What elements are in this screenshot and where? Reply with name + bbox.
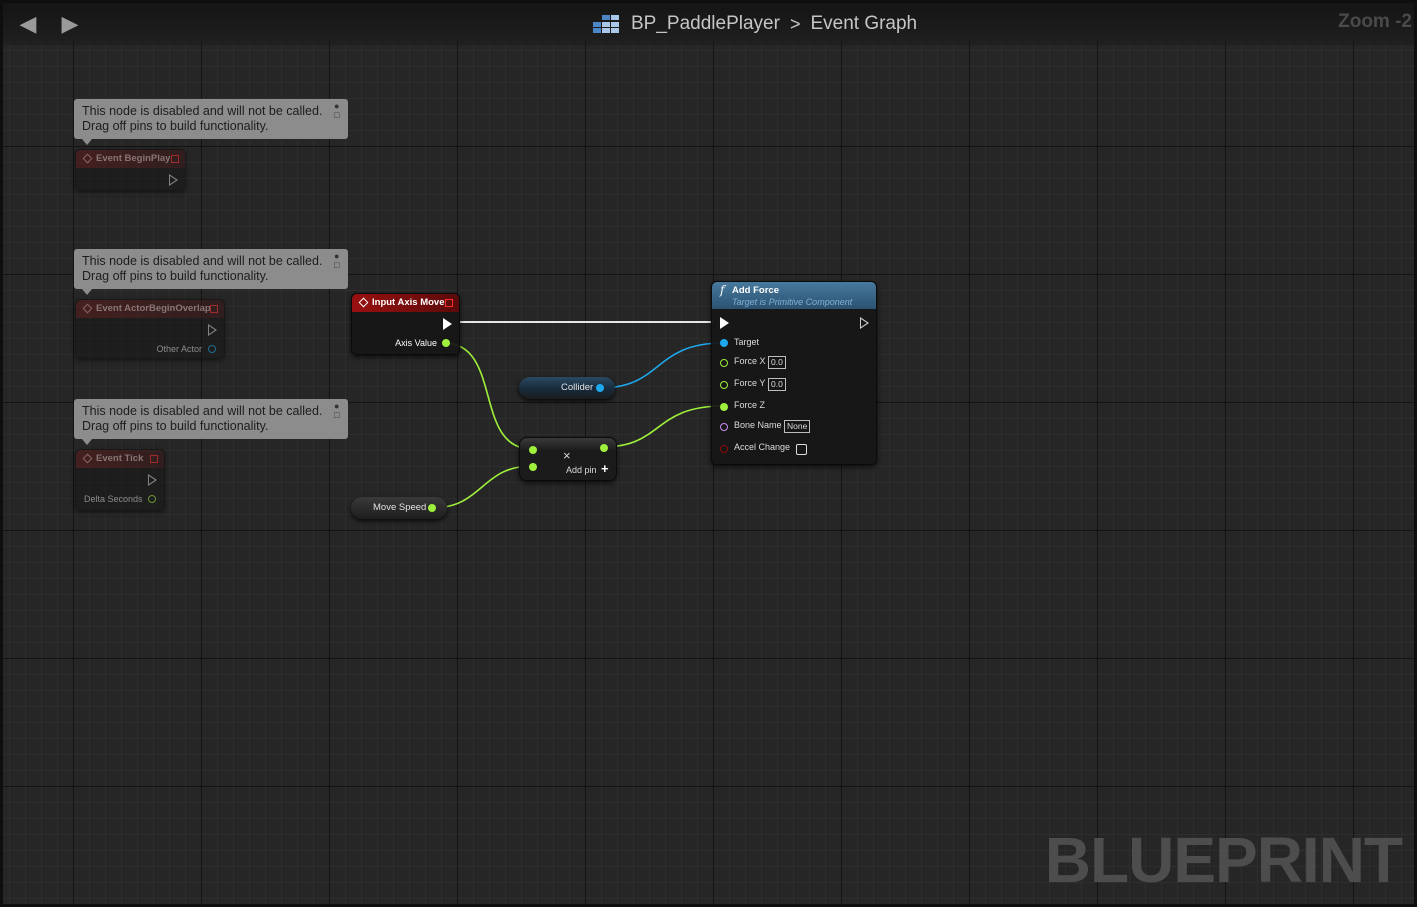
node-title: Event Tick [96, 453, 144, 464]
exec-out-pin[interactable] [148, 474, 157, 486]
disabled-node-comment: This node is disabled and will not be ca… [74, 249, 348, 295]
node-subtitle: Target is Primitive Component [732, 297, 853, 307]
force-x-pin[interactable] [720, 359, 728, 367]
add-force-node[interactable]: f Add Force Target is Primitive Componen… [711, 281, 877, 465]
graph-canvas[interactable]: ◀ ▶ BP_PaddlePlayer > Event Graph Zoom -… [0, 0, 1417, 907]
pin-label: Bone Name [734, 420, 782, 430]
delta-seconds-pin[interactable] [148, 495, 156, 503]
comment-line: This node is disabled and will not be ca… [82, 104, 323, 118]
axis-value-wire [443, 342, 533, 450]
multiply-output-pin[interactable] [600, 444, 608, 452]
event-tick-node[interactable]: Event Tick Delta Seconds [75, 449, 165, 511]
blueprint-watermark: BLUEPRINT [1044, 824, 1403, 896]
pin-label: Force Y [734, 378, 766, 388]
move-speed-wire [431, 465, 533, 509]
force-y-pin[interactable] [720, 381, 728, 389]
comment-line: Drag off pins to build functionality. [82, 119, 269, 133]
multiply-icon: × [563, 448, 571, 463]
move-speed-out-pin[interactable] [428, 504, 436, 512]
axis-value-pin[interactable] [442, 339, 450, 347]
delegate-pin-icon[interactable] [210, 305, 218, 313]
exec-out-pin[interactable] [169, 174, 178, 186]
graph-name[interactable]: Event Graph [810, 13, 917, 35]
comment-line: Drag off pins to build functionality. [82, 419, 269, 433]
arrow-right-icon[interactable]: ▶ [58, 12, 82, 36]
pin-label: Other Actor [156, 344, 202, 354]
accel-change-checkbox[interactable] [796, 444, 807, 455]
disabled-node-comment: This node is disabled and will not be ca… [74, 399, 348, 445]
pin-icon[interactable]: ● □ [334, 402, 344, 422]
force-z-pin[interactable] [720, 403, 728, 411]
delegate-pin-icon[interactable] [171, 155, 179, 163]
comment-line: Drag off pins to build functionality. [82, 269, 269, 283]
blueprint-graph-icon [593, 15, 619, 33]
event-actor-begin-overlap-node[interactable]: Event ActorBeginOverlap Other Actor [75, 299, 225, 359]
node-title: Event BeginPlay [96, 153, 171, 164]
node-header: Event BeginPlay [76, 150, 185, 168]
node-header: Input Axis Move [352, 294, 459, 312]
node-title: Event ActorBeginOverlap [96, 303, 211, 314]
add-pin-button[interactable]: Add pin [566, 465, 597, 475]
exec-out-pin[interactable] [443, 318, 452, 330]
pin-label: Delta Seconds [84, 494, 143, 504]
node-title: Input Axis Move [372, 297, 445, 308]
breadcrumb-separator: > [789, 13, 801, 34]
node-header: Event Tick [76, 450, 164, 468]
event-begin-play-node[interactable]: Event BeginPlay [75, 149, 186, 191]
plus-icon[interactable]: + [601, 461, 609, 476]
pin-icon[interactable]: ● □ [334, 252, 344, 272]
bone-name-pin[interactable] [720, 423, 728, 431]
node-header: Event ActorBeginOverlap [76, 300, 224, 318]
arrow-left-icon[interactable]: ◀ [16, 12, 40, 36]
disabled-node-comment: This node is disabled and will not be ca… [74, 99, 348, 145]
blueprint-name[interactable]: BP_PaddlePlayer [631, 13, 780, 35]
function-icon: f [720, 283, 725, 297]
move-speed-variable-node[interactable]: Move Speed [351, 497, 447, 519]
pin-icon[interactable]: ● □ [334, 102, 344, 122]
exec-in-pin[interactable] [720, 317, 729, 329]
collider-wire [599, 342, 724, 389]
other-actor-pin[interactable] [208, 345, 216, 353]
event-icon [82, 153, 93, 164]
variable-label: Move Speed [373, 502, 427, 513]
collider-variable-node[interactable]: Collider [519, 377, 615, 399]
accel-change-pin[interactable] [720, 445, 728, 453]
event-icon [82, 303, 93, 314]
delegate-pin-icon[interactable] [445, 299, 453, 307]
breadcrumb: BP_PaddlePlayer > Event Graph [593, 12, 917, 36]
multiply-input-b-pin[interactable] [529, 463, 537, 471]
graph-title-bar: ◀ ▶ BP_PaddlePlayer > Event Graph Zoom -… [3, 3, 1414, 45]
multiply-result-wire [602, 405, 724, 448]
node-header: f Add Force Target is Primitive Componen… [712, 282, 876, 309]
delegate-pin-icon[interactable] [150, 455, 158, 463]
node-title: Add Force [732, 285, 779, 296]
force-y-input[interactable]: 0.0 [768, 378, 786, 391]
event-icon [82, 453, 93, 464]
pin-label: Force Z [734, 400, 766, 410]
multiply-input-a-pin[interactable] [529, 446, 537, 454]
target-pin[interactable] [720, 339, 728, 347]
pin-label: Force X [734, 356, 766, 366]
comment-line: This node is disabled and will not be ca… [82, 404, 323, 418]
input-axis-move-node[interactable]: Input Axis Move Axis Value [351, 293, 460, 355]
exec-out-pin[interactable] [860, 317, 869, 329]
multiply-node[interactable]: × Add pin + [519, 437, 617, 481]
event-icon [358, 297, 369, 308]
zoom-level: Zoom -2 [1338, 11, 1412, 32]
collider-out-pin[interactable] [596, 384, 604, 392]
exec-out-pin[interactable] [208, 324, 217, 336]
pin-label: Axis Value [395, 338, 437, 348]
comment-line: This node is disabled and will not be ca… [82, 254, 323, 268]
variable-label: Collider [561, 382, 594, 393]
pin-label: Accel Change [734, 442, 791, 452]
force-x-input[interactable]: 0.0 [768, 356, 786, 369]
pin-label: Target [734, 337, 760, 347]
bone-name-input[interactable]: None [784, 420, 811, 433]
